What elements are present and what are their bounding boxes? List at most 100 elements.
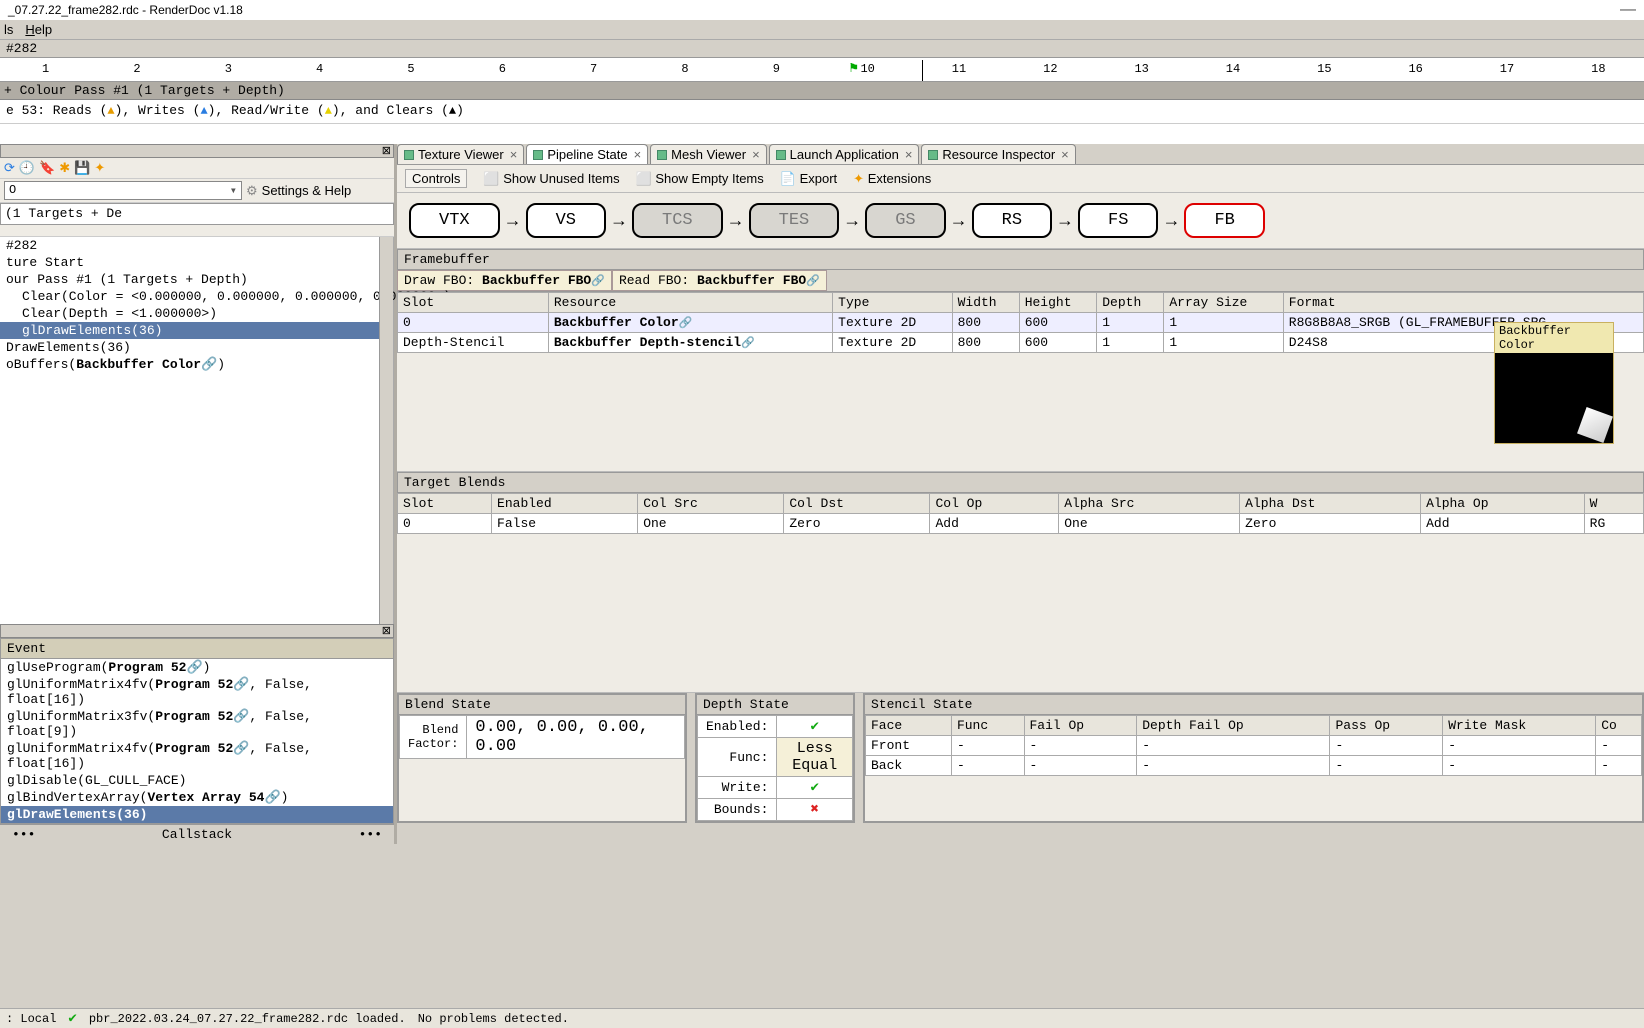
event-row[interactable]: glUniformMatrix4fv(Program 52🔗, False, f… <box>1 740 393 772</box>
table-row[interactable]: Depth-StencilBackbuffer Depth-stencil🔗Te… <box>398 333 1644 353</box>
filter-input[interactable]: (1 Targets + De <box>0 203 394 225</box>
stage-fs[interactable]: FS <box>1078 203 1158 238</box>
settings-link[interactable]: Settings & Help <box>262 183 352 198</box>
col-header[interactable]: Face <box>866 716 952 736</box>
scrollbar[interactable] <box>379 237 393 624</box>
read-fbo[interactable]: Read FBO: Backbuffer FBO🔗 <box>612 270 827 291</box>
col-header[interactable]: Array Size <box>1164 293 1283 313</box>
stage-tes[interactable]: TES <box>749 203 840 238</box>
col-header[interactable]: Alpha Src <box>1059 494 1240 514</box>
show-unused-toggle[interactable]: ⬜ Show Unused Items <box>483 171 619 187</box>
col-header[interactable]: Height <box>1019 293 1097 313</box>
tree-row[interactable]: ture Start <box>0 254 393 271</box>
dots-right[interactable]: ••• <box>359 827 382 842</box>
stage-fb[interactable]: FB <box>1184 203 1264 238</box>
save-icon[interactable]: 💾 <box>74 160 90 176</box>
close-icon[interactable]: × <box>905 147 913 162</box>
puzzle-icon[interactable]: ✱ <box>59 160 70 176</box>
close-icon[interactable]: × <box>510 147 518 162</box>
event-row[interactable]: glDisable(GL_CULL_FACE) <box>1 772 393 789</box>
tree-row[interactable]: glDrawElements(36) <box>0 322 393 339</box>
sync-icon[interactable]: ⟳ <box>4 160 15 176</box>
col-header[interactable]: Enabled <box>492 494 638 514</box>
blends-table[interactable]: SlotEnabledCol SrcCol DstCol OpAlpha Src… <box>397 493 1644 534</box>
events-close-button[interactable]: ⊠ <box>0 624 394 638</box>
col-header[interactable]: Format <box>1283 293 1643 313</box>
col-header[interactable]: Width <box>952 293 1019 313</box>
table-row[interactable]: Back------ <box>866 756 1642 776</box>
events-list[interactable]: glUseProgram(Program 52🔗)glUniformMatrix… <box>1 659 393 823</box>
stage-gs[interactable]: GS <box>865 203 945 238</box>
event-row[interactable]: glBindVertexArray(Vertex Array 54🔗) <box>1 789 393 806</box>
extensions-button[interactable]: ✦ Extensions <box>853 171 931 187</box>
stage-rs[interactable]: RS <box>972 203 1052 238</box>
table-row[interactable]: 0FalseOneZeroAddOneZeroAddRG <box>398 514 1644 534</box>
col-header[interactable]: Alpha Op <box>1421 494 1585 514</box>
col-header[interactable]: Co <box>1596 716 1642 736</box>
tab-mesh-viewer[interactable]: Mesh Viewer× <box>650 144 767 164</box>
callstack-label: Callstack <box>162 827 232 842</box>
tree-row[interactable]: our Pass #1 (1 Targets + Depth) <box>0 271 393 288</box>
close-icon[interactable]: × <box>752 147 760 162</box>
callstack-bar[interactable]: ••• Callstack ••• <box>0 824 394 844</box>
bookmark-icon[interactable]: 🔖 <box>39 160 55 176</box>
col-header[interactable]: Write Mask <box>1443 716 1596 736</box>
timeline-cursor[interactable] <box>922 60 923 81</box>
tab-texture-viewer[interactable]: Texture Viewer× <box>397 144 524 164</box>
col-header[interactable]: W <box>1584 494 1643 514</box>
depth-value: ✔ <box>777 777 853 799</box>
controls-button[interactable]: Controls <box>405 169 467 188</box>
tab-resource-inspector[interactable]: Resource Inspector× <box>921 144 1075 164</box>
close-icon[interactable]: × <box>1061 147 1069 162</box>
tree-row[interactable]: DrawElements(36) <box>0 339 393 356</box>
minimize-button[interactable]: — <box>1620 1 1636 19</box>
show-empty-toggle[interactable]: ⬜ Show Empty Items <box>636 171 764 187</box>
filter-dropdown[interactable]: O ▾ <box>4 181 242 200</box>
tab-pipeline-state[interactable]: Pipeline State× <box>526 144 648 164</box>
col-header[interactable]: Func <box>951 716 1024 736</box>
col-header[interactable]: Col Op <box>930 494 1059 514</box>
col-header[interactable]: Slot <box>398 494 492 514</box>
col-header[interactable]: Col Dst <box>784 494 930 514</box>
col-header[interactable]: Col Src <box>638 494 784 514</box>
table-row[interactable]: 0Backbuffer Color🔗Texture 2D80060011R8G8… <box>398 313 1644 333</box>
dots-left[interactable]: ••• <box>12 827 35 842</box>
tab-launch-application[interactable]: Launch Application× <box>769 144 920 164</box>
timeline[interactable]: 123456789101112131415161718⚑ <box>0 58 1644 82</box>
col-header[interactable]: Depth Fail Op <box>1137 716 1330 736</box>
col-header[interactable]: Pass Op <box>1330 716 1443 736</box>
event-row[interactable]: glUniformMatrix3fv(Program 52🔗, False, f… <box>1 708 393 740</box>
star-icon[interactable]: ✦ <box>94 160 105 176</box>
clock-icon[interactable]: 🕘 <box>19 160 35 176</box>
col-header[interactable]: Alpha Dst <box>1240 494 1421 514</box>
tree-row[interactable]: oBuffers(Backbuffer Color🔗) <box>0 356 393 373</box>
reads-icon: ▲ <box>107 104 114 118</box>
tree-row[interactable]: #282 <box>0 237 393 254</box>
stage-vtx[interactable]: VTX <box>409 203 500 238</box>
tree-row[interactable]: Clear(Depth = <1.000000>) <box>0 305 393 322</box>
export-button[interactable]: 📄 Export <box>780 171 837 187</box>
pass-header[interactable]: + Colour Pass #1 (1 Targets + Depth) <box>0 82 1644 100</box>
close-icon[interactable]: × <box>634 147 642 162</box>
panel-close-button[interactable]: ⊠ <box>0 144 394 158</box>
stage-vs[interactable]: VS <box>526 203 606 238</box>
tree-row[interactable]: Clear(Color = <0.000000, 0.000000, 0.000… <box>0 288 393 305</box>
draw-fbo[interactable]: Draw FBO: Backbuffer FBO🔗 <box>397 270 612 291</box>
col-header[interactable]: Depth <box>1097 293 1164 313</box>
table-row[interactable]: Front------ <box>866 736 1642 756</box>
stage-tcs[interactable]: TCS <box>632 203 723 238</box>
framebuffer-area: SlotResourceTypeWidthHeightDepthArray Si… <box>397 292 1644 472</box>
event-tree[interactable]: #282ture Startour Pass #1 (1 Targets + D… <box>0 237 394 624</box>
menu-help[interactable]: Help <box>25 22 52 37</box>
col-header[interactable]: Type <box>833 293 952 313</box>
menu-tools[interactable]: ls <box>4 22 13 37</box>
col-header[interactable]: Slot <box>398 293 549 313</box>
event-row[interactable]: glUseProgram(Program 52🔗) <box>1 659 393 676</box>
timeline-flag-icon[interactable]: ⚑ <box>849 60 857 77</box>
event-row[interactable]: glUniformMatrix4fv(Program 52🔗, False, f… <box>1 676 393 708</box>
col-header[interactable]: Resource <box>548 293 832 313</box>
thumbnail[interactable]: Backbuffer Color <box>1494 322 1614 444</box>
event-row[interactable]: glDrawElements(36) <box>1 806 393 823</box>
framebuffer-table[interactable]: SlotResourceTypeWidthHeightDepthArray Si… <box>397 292 1644 353</box>
col-header[interactable]: Fail Op <box>1024 716 1137 736</box>
